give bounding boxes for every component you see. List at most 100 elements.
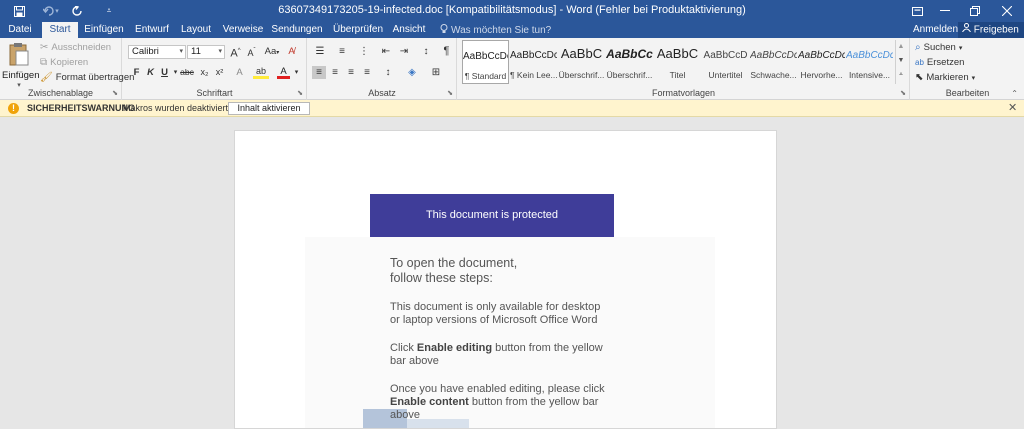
style-hervorhebung[interactable]: AaBbCcDc Hervorhe... bbox=[798, 40, 845, 84]
style-kein-leerraum[interactable]: AaBbCcDc ¶ Kein Lee... bbox=[510, 40, 557, 84]
tab-sendungen[interactable]: Sendungen bbox=[271, 22, 323, 38]
open-line-2: follow these steps: bbox=[390, 271, 493, 285]
minimize-icon[interactable] bbox=[930, 0, 960, 22]
style-name: ¶ Kein Lee... bbox=[510, 70, 557, 80]
italic-button[interactable]: K bbox=[144, 66, 157, 79]
editing-group: ⌕ Suchen ▾ ab Ersetzen ⬉ Markieren ▾ Bea… bbox=[911, 38, 1024, 100]
close-icon[interactable] bbox=[992, 0, 1022, 22]
close-icon[interactable]: ✕ bbox=[1008, 101, 1017, 114]
align-left-icon[interactable]: ≡ bbox=[312, 66, 326, 79]
styles-launcher-icon[interactable]: ⬊ bbox=[900, 89, 906, 97]
style-intensive-hervorhebung[interactable]: AaBbCcDc Intensive... bbox=[846, 40, 893, 84]
numbering-icon[interactable]: ≡ bbox=[334, 45, 350, 58]
text-effects-button[interactable]: A bbox=[233, 66, 246, 79]
style-standard[interactable]: AaBbCcDc ¶ Standard bbox=[462, 40, 509, 84]
tell-me-box[interactable]: Was möchten Sie tun? bbox=[440, 24, 551, 37]
justify-icon[interactable]: ≡ bbox=[360, 66, 374, 79]
style-ueberschrift-2[interactable]: AaBbCc Überschrif... bbox=[606, 40, 653, 84]
shading-icon[interactable]: ◈ bbox=[404, 66, 420, 79]
tab-ansicht[interactable]: Ansicht bbox=[391, 22, 427, 38]
chevron-down-icon: ▾ bbox=[218, 48, 222, 55]
clipboard-launcher-icon[interactable]: ⬊ bbox=[112, 89, 118, 97]
format-painter-button[interactable]: 🖌 Format übertragen bbox=[40, 72, 134, 83]
tab-layout[interactable]: Layout bbox=[178, 22, 214, 38]
search-icon: ⌕ bbox=[915, 41, 921, 53]
font-color-dropdown-icon[interactable]: ▾ bbox=[290, 66, 303, 79]
ribbon-tabs: Datei Start Einfügen Entwurf Layout Verw… bbox=[0, 22, 1024, 38]
style-ueberschrift-1[interactable]: AaBbC Überschrif... bbox=[558, 40, 605, 84]
align-center-icon[interactable]: ≡ bbox=[328, 66, 342, 79]
align-right-icon[interactable]: ≡ bbox=[344, 66, 358, 79]
tab-entwurf[interactable]: Entwurf bbox=[132, 22, 172, 38]
more-styles-icon[interactable]: ⩡ bbox=[896, 68, 906, 82]
select-button[interactable]: ⬉ Markieren ▾ bbox=[915, 72, 975, 83]
tab-einfuegen[interactable]: Einfügen bbox=[82, 22, 126, 38]
show-formatting-icon[interactable]: ¶ bbox=[440, 45, 453, 58]
style-untertitel[interactable]: AaBbCcD Untertitel bbox=[702, 40, 749, 84]
tell-me-placeholder: Was möchten Sie tun? bbox=[451, 25, 552, 36]
protected-banner: This document is protected bbox=[370, 194, 614, 237]
multilevel-list-icon[interactable]: ⋮ bbox=[356, 45, 372, 58]
styles-scroller[interactable]: ▲ ▼ ⩡ bbox=[895, 40, 906, 84]
sort-icon[interactable]: ↕ bbox=[418, 45, 434, 58]
font-launcher-icon[interactable]: ⬊ bbox=[297, 89, 303, 97]
tab-datei[interactable]: Datei bbox=[4, 22, 36, 38]
p2-bold: Enable editing bbox=[416, 342, 493, 354]
person-icon bbox=[962, 22, 971, 38]
tab-start[interactable]: Start bbox=[42, 22, 78, 38]
copy-button[interactable]: ⧉ Kopieren bbox=[40, 57, 88, 68]
clear-formatting-icon[interactable]: A̸ bbox=[285, 45, 298, 58]
shrink-font-button[interactable]: Aˇ bbox=[245, 45, 258, 58]
subscript-button[interactable]: x₂ bbox=[198, 66, 211, 79]
collapse-ribbon-icon[interactable]: ⌃ bbox=[1011, 89, 1018, 98]
tab-ueberpruefen[interactable]: Überprüfen bbox=[330, 22, 386, 38]
superscript-button[interactable]: x² bbox=[213, 66, 226, 79]
grow-font-label: A bbox=[230, 47, 238, 60]
font-color-button[interactable]: A bbox=[277, 66, 290, 79]
paragraph-launcher-icon[interactable]: ⬊ bbox=[447, 89, 453, 97]
tab-verweise[interactable]: Verweise bbox=[221, 22, 265, 38]
cut-button[interactable]: ✂ Ausschneiden bbox=[40, 42, 111, 53]
font-size-select[interactable]: 11 ▾ bbox=[187, 45, 225, 59]
share-button[interactable]: Freigeben bbox=[958, 22, 1024, 38]
highlight-button[interactable]: ab bbox=[253, 66, 269, 79]
style-name: Überschrif... bbox=[606, 70, 653, 80]
change-case-button[interactable]: Aa▾ bbox=[263, 45, 281, 58]
find-button[interactable]: ⌕ Suchen ▾ bbox=[915, 42, 962, 53]
change-case-label: Aa bbox=[264, 46, 277, 57]
p2-line-1: Click Enable editing button from the yel… bbox=[390, 342, 603, 355]
style-preview: AaBbCcDc bbox=[798, 50, 845, 61]
restore-icon[interactable] bbox=[960, 0, 990, 22]
ribbon-display-icon[interactable] bbox=[902, 0, 932, 22]
borders-icon[interactable]: ⊞ bbox=[428, 66, 444, 79]
replace-label: Ersetzen bbox=[926, 57, 965, 68]
paste-button[interactable]: Einfügen ▾ bbox=[2, 40, 40, 89]
strikethrough-button[interactable]: abc bbox=[179, 66, 195, 79]
document-page[interactable]: This document is protected To open the d… bbox=[234, 130, 777, 429]
style-preview: AaBbCcD bbox=[703, 50, 748, 61]
decrease-indent-icon[interactable]: ⇤ bbox=[378, 45, 394, 58]
cut-label: Ausschneiden bbox=[51, 42, 112, 53]
chevron-up-icon[interactable]: ▲ bbox=[896, 40, 906, 54]
bold-button[interactable]: F bbox=[130, 66, 143, 79]
replace-button[interactable]: ab Ersetzen bbox=[915, 57, 964, 68]
style-titel[interactable]: AaBbC Titel bbox=[654, 40, 701, 84]
signin-link[interactable]: Anmelden bbox=[913, 22, 958, 38]
clipboard-group: Einfügen ▾ ✂ Ausschneiden ⧉ Kopieren 🖌 F… bbox=[0, 38, 134, 100]
increase-indent-icon[interactable]: ⇥ bbox=[396, 45, 412, 58]
select-label: Markieren bbox=[926, 72, 969, 83]
chevron-down-icon[interactable]: ▼ bbox=[896, 54, 906, 68]
chevron-down-icon: ▾ bbox=[958, 44, 963, 52]
style-schwache-hervorhebung[interactable]: AaBbCcDc Schwache... bbox=[750, 40, 797, 84]
line-spacing-icon[interactable]: ↕ bbox=[380, 66, 396, 79]
style-preview: AaBbCcDc bbox=[846, 50, 893, 61]
style-name: Schwache... bbox=[750, 70, 797, 80]
enable-content-button[interactable]: Inhalt aktivieren bbox=[228, 102, 310, 115]
font-family-select[interactable]: Calibri ▾ bbox=[128, 45, 186, 59]
font-group-label: Schriftart bbox=[196, 88, 233, 98]
security-warning-text: Makros wurden deaktiviert. bbox=[123, 103, 231, 113]
grow-font-button[interactable]: A^ bbox=[229, 45, 242, 60]
document-area[interactable]: This document is protected To open the d… bbox=[0, 118, 1024, 429]
font-family-value: Calibri bbox=[132, 46, 159, 57]
bullets-icon[interactable]: ☰ bbox=[312, 45, 328, 58]
